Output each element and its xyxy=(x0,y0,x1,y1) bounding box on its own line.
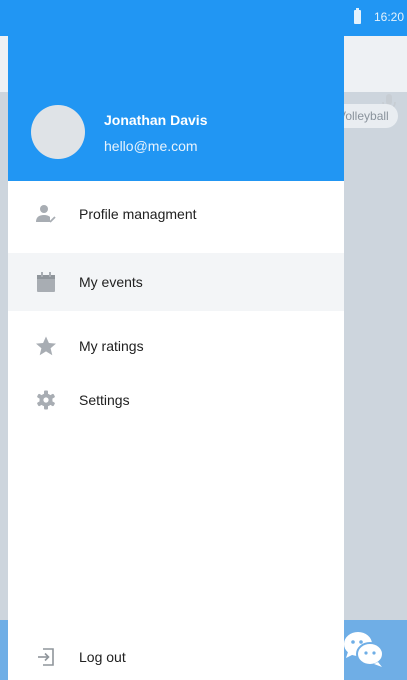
user-name: Jonathan Davis xyxy=(104,112,208,128)
logout-icon xyxy=(35,646,57,668)
menu-item-label: Settings xyxy=(79,392,130,408)
status-time: 16:20 xyxy=(374,10,405,24)
menu-item-my-ratings[interactable]: My ratings xyxy=(8,317,344,375)
profile-manage-icon xyxy=(35,203,57,225)
drawer-header: Jonathan Davis hello@me.com xyxy=(8,0,344,181)
chat-icon[interactable] xyxy=(340,626,388,670)
calendar-icon xyxy=(35,271,57,293)
logout-button[interactable]: Log out xyxy=(8,628,344,680)
menu-item-label: My ratings xyxy=(79,338,144,354)
logout-label: Log out xyxy=(79,649,126,665)
menu-item-profile-management[interactable]: Profile managment xyxy=(8,185,344,243)
menu-item-settings[interactable]: Settings xyxy=(8,371,344,429)
star-icon xyxy=(35,335,57,357)
user-email: hello@me.com xyxy=(104,138,198,154)
battery-icon xyxy=(354,8,361,24)
navigation-drawer: Jonathan Davis hello@me.com Profile mana… xyxy=(8,0,344,680)
gear-icon xyxy=(35,389,57,411)
avatar[interactable] xyxy=(31,105,85,159)
menu-item-label: My events xyxy=(79,274,143,290)
menu-item-label: Profile managment xyxy=(79,206,197,222)
menu-item-my-events[interactable]: My events xyxy=(8,253,344,311)
